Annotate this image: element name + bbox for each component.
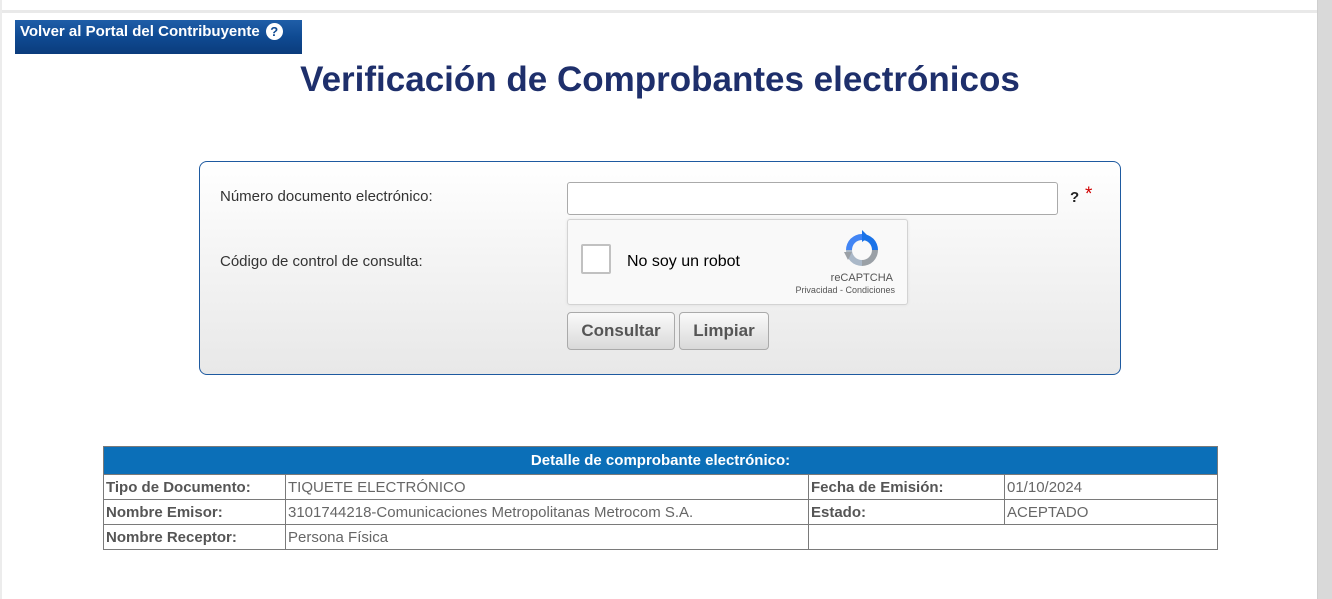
top-bar xyxy=(0,0,1318,13)
back-to-portal-button[interactable]: Volver al Portal del Contribuyente? xyxy=(15,20,302,54)
status-value: ACEPTADO xyxy=(1003,499,1219,525)
recaptcha-privacy-terms-links[interactable]: Privacidad - Condiciones xyxy=(795,285,895,295)
document-type-value: TIQUETE ELECTRÓNICO xyxy=(285,474,809,500)
query-form-panel: Número documento electrónico: ? * Código… xyxy=(199,161,1121,375)
recaptcha-checkbox[interactable] xyxy=(581,244,611,274)
receiver-name-key: Nombre Receptor: xyxy=(103,524,286,550)
table-row: Tipo de Documento: TIQUETE ELECTRÓNICO F… xyxy=(103,474,1219,500)
control-code-label: Código de control de consulta: xyxy=(220,253,423,270)
table-header-row: Detalle de comprobante electrónico: xyxy=(102,446,1219,475)
required-marker: * xyxy=(1085,184,1093,205)
table-row: Nombre Receptor: Persona Física xyxy=(103,524,1219,550)
issuer-name-key: Nombre Emisor: xyxy=(103,499,286,525)
table-row: Nombre Emisor: 3101744218-Comunicaciones… xyxy=(103,499,1219,525)
status-key: Estado: xyxy=(808,499,1005,525)
help-circle-icon[interactable]: ? xyxy=(265,23,283,40)
document-type-key: Tipo de Documento: xyxy=(103,474,286,500)
recaptcha-brand: reCAPTCHA xyxy=(830,272,893,284)
back-to-portal-label: Volver al Portal del Contribuyente xyxy=(20,23,260,40)
page-title: Verificación de Comprobantes electrónico… xyxy=(300,60,1020,99)
document-number-input[interactable] xyxy=(567,182,1058,215)
limpiar-button[interactable]: Limpiar xyxy=(679,312,769,350)
document-number-label: Número documento electrónico: xyxy=(220,188,433,205)
receipt-detail-table: Detalle de comprobante electrónico: Tipo… xyxy=(102,446,1219,550)
empty-cell xyxy=(807,524,1219,550)
document-number-help[interactable]: ? xyxy=(1070,189,1079,206)
issuer-name-value: 3101744218-Comunicaciones Metropolitanas… xyxy=(285,499,809,525)
issue-date-key: Fecha de Emisión: xyxy=(808,474,1005,500)
table-title: Detalle de comprobante electrónico: xyxy=(102,446,1219,475)
issue-date-value: 01/10/2024 xyxy=(1003,474,1219,500)
recaptcha-checkbox-label: No soy un robot xyxy=(627,253,740,270)
recaptcha-widget: No soy un robot reCAPTCHA Privacidad - C… xyxy=(567,219,908,305)
recaptcha-logo-icon xyxy=(844,230,878,266)
receiver-name-value: Persona Física xyxy=(285,524,809,550)
consultar-button[interactable]: Consultar xyxy=(567,312,675,350)
